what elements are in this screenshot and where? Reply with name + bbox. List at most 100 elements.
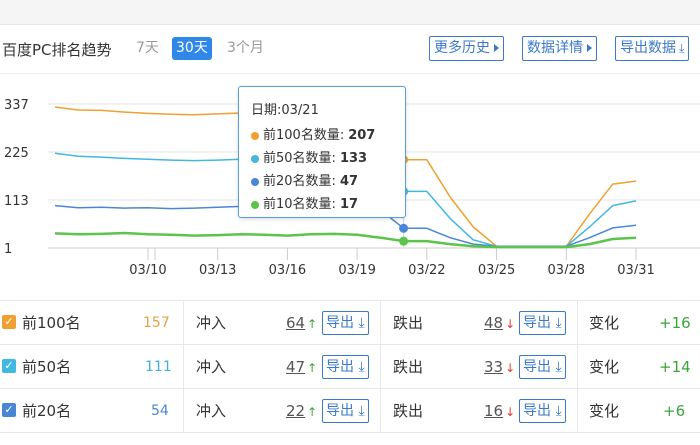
range-3m-tab[interactable]: 3个月 [227, 37, 264, 60]
y-tick-label: 113 [4, 194, 29, 209]
x-tick-label: 03/19 [338, 263, 375, 274]
out-count-cell: 33 ↓ [484, 345, 515, 389]
out-count-link[interactable]: 16 [484, 402, 503, 420]
download-icon: ⤓ [679, 41, 685, 55]
tooltip-label: 前100名数量: [263, 128, 345, 143]
out-count-link[interactable]: 33 [484, 358, 503, 376]
download-icon: ⤓ [354, 315, 365, 331]
column-divider [380, 389, 381, 433]
export-out-button[interactable]: 导出 ⤓ [519, 399, 566, 423]
download-icon: ⤓ [551, 359, 562, 375]
arrow-up-icon: ↑ [307, 361, 318, 375]
tooltip-value: 207 [348, 128, 376, 143]
out-count-cell: 16 ↓ [484, 389, 515, 433]
export-data-label: 导出数据 [620, 40, 676, 56]
x-tick-label: 03/16 [269, 263, 306, 274]
column-divider [380, 301, 381, 345]
tooltip-row-top20: 前20名数量: 47 [251, 170, 358, 189]
out-count-cell: 48 ↓ [484, 301, 515, 345]
in-label: 冲入 [196, 402, 227, 420]
legend-dot-icon [251, 177, 259, 186]
in-label: 冲入 [196, 314, 227, 332]
export-in-button[interactable]: 导出 ⤓ [322, 355, 369, 379]
tooltip-row-top50: 前50名数量: 133 [251, 147, 367, 166]
tooltip-value: 17 [339, 197, 359, 212]
x-tick-label: 03/13 [199, 263, 236, 274]
x-tick-label: 03/28 [548, 263, 585, 274]
arrow-up-icon: ↑ [307, 405, 318, 419]
export-out-button[interactable]: 导出 ⤓ [519, 311, 566, 335]
more-history-label: 更多历史 [434, 40, 490, 56]
y-tick-label: 337 [4, 98, 29, 113]
row-count: 157 [143, 315, 170, 331]
y-tick-label: 1 [4, 242, 12, 257]
column-divider [380, 345, 381, 389]
change-label: 变化 [589, 314, 620, 332]
data-details-label: 数据详情 [527, 40, 583, 56]
column-divider [183, 301, 184, 345]
row-name: 前20名 [22, 402, 72, 420]
legend-dot-icon [251, 200, 259, 209]
out-count-link[interactable]: 48 [484, 314, 503, 332]
chart-tooltip: 日期:03/21 前100名数量: 207 前50名数量: 133 前20名数量: 4… [238, 86, 406, 218]
in-label: 冲入 [196, 358, 227, 376]
in-count-link[interactable]: 22 [286, 402, 305, 420]
series-checkbox[interactable]: ✓ [2, 403, 16, 417]
more-history-button[interactable]: 更多历史 [429, 36, 504, 61]
tooltip-label: 前50名数量: [263, 151, 336, 166]
export-label: 导出 [523, 315, 551, 331]
export-in-button[interactable]: 导出 ⤓ [322, 311, 369, 335]
data-details-button[interactable]: 数据详情 [522, 36, 597, 61]
x-tick-label: 03/31 [617, 263, 654, 274]
series-line [54, 231, 637, 249]
table-row: ✓ 前100名 157 冲入 64 ↑ 导出 ⤓ 跌出 48 ↓ 导出 ⤓ 变化 +… [0, 300, 700, 345]
export-label: 导出 [326, 403, 354, 419]
arrow-up-icon: ↑ [307, 317, 318, 331]
series-checkbox[interactable]: ✓ [2, 359, 16, 373]
page-title: 百度PC排名趋势 [2, 41, 112, 59]
download-icon: ⤓ [354, 403, 365, 419]
row-name: 前50名 [22, 358, 72, 376]
export-in-button[interactable]: 导出 ⤓ [322, 399, 369, 423]
in-count-link[interactable]: 64 [286, 314, 305, 332]
column-divider [183, 389, 184, 433]
column-divider [183, 345, 184, 389]
column-divider [577, 389, 578, 433]
download-icon: ⤓ [551, 315, 562, 331]
arrow-down-icon: ↓ [505, 317, 516, 331]
download-icon: ⤓ [354, 359, 365, 375]
x-tick-label: 03/25 [478, 263, 515, 274]
chart-header: 百度PC排名趋势 7天 30天 3个月 更多历史 数据详情 导出数据 ⤓ [0, 25, 700, 74]
in-count-cell: 22 ↑ [286, 389, 317, 433]
tooltip-row-top10: 前10名数量: 17 [251, 193, 358, 212]
export-label: 导出 [523, 403, 551, 419]
table-row: ✓ 前20名 54 冲入 22 ↑ 导出 ⤓ 跌出 16 ↓ 导出 ⤓ 变化 +6 [0, 388, 700, 433]
export-label: 导出 [326, 359, 354, 375]
table-row-partial [0, 432, 700, 445]
out-label: 跌出 [393, 402, 424, 420]
tooltip-label: 前10名数量: [263, 197, 336, 212]
x-tick-label: 03/10 [129, 263, 166, 274]
export-label: 导出 [523, 359, 551, 375]
download-icon: ⤓ [551, 403, 562, 419]
highlight-point [399, 223, 409, 233]
range-7d-tab[interactable]: 7天 [136, 37, 159, 60]
row-count: 111 [145, 359, 172, 375]
range-30d-tab[interactable]: 30天 [172, 37, 212, 60]
change-label: 变化 [589, 358, 620, 376]
caret-right-icon [587, 44, 592, 52]
tooltip-value: 133 [339, 151, 368, 166]
arrow-down-icon: ↓ [505, 405, 516, 419]
tooltip-date: 日期:03/21 [251, 103, 319, 118]
highlight-point [399, 236, 409, 246]
change-label: 变化 [589, 402, 620, 420]
column-divider [577, 301, 578, 345]
out-label: 跌出 [393, 314, 424, 332]
legend-dot-icon [251, 154, 259, 163]
legend-dot-icon [251, 131, 259, 140]
column-divider [577, 345, 578, 389]
export-out-button[interactable]: 导出 ⤓ [519, 355, 566, 379]
in-count-link[interactable]: 47 [286, 358, 305, 376]
series-checkbox[interactable]: ✓ [2, 315, 16, 329]
export-data-button[interactable]: 导出数据 ⤓ [615, 36, 690, 61]
